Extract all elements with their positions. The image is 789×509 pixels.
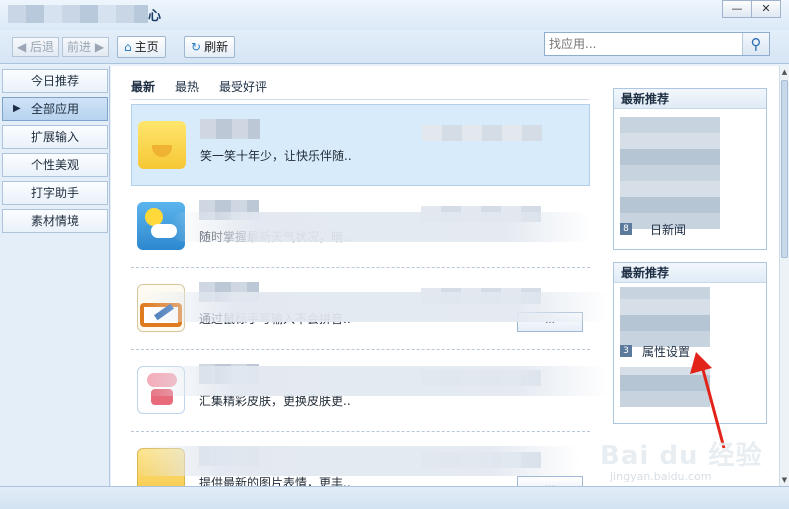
title-bar: 心 — ✕ [0, 0, 789, 30]
tab-top-rated[interactable]: 最受好评 [219, 78, 267, 95]
tab-divider [131, 99, 589, 100]
sidebar-item-materials[interactable]: 素材情境 [2, 209, 108, 233]
blurred-app-meta [422, 125, 542, 141]
sidebar-item-all-apps[interactable]: ▶ 全部应用 [2, 97, 108, 121]
list-item[interactable]: 8 日新闻 [620, 221, 686, 237]
blur-mask [141, 292, 611, 322]
sidebar-item-today[interactable]: 今日推荐 [2, 69, 108, 93]
tab-latest[interactable]: 最新 [131, 78, 155, 95]
sidebar-item-extended-input[interactable]: 扩展输入 [2, 125, 108, 149]
close-button[interactable]: ✕ [751, 0, 781, 18]
scroll-down-icon[interactable]: ▼ [780, 474, 789, 486]
sidebar-item-label: 素材情境 [30, 214, 79, 228]
scroll-thumb[interactable] [781, 80, 788, 258]
blur-mask [141, 366, 611, 396]
sidebar-item-label: 个性美观 [30, 158, 79, 172]
blur-mask [131, 446, 581, 476]
tab-hottest[interactable]: 最热 [175, 78, 199, 95]
rank-number: 8 [620, 223, 632, 235]
sidebar-item-label: 打字助手 [30, 186, 79, 200]
search-button[interactable]: ⚲ [742, 33, 769, 55]
search-icon: ⚲ [750, 35, 762, 53]
app-install-button[interactable]: ... [517, 476, 583, 486]
panel-title: 最新推荐 [614, 263, 766, 283]
forward-button[interactable]: 前进 ▶ [62, 37, 110, 57]
blurred-list [620, 287, 710, 347]
main-content: 最新 最热 最受好评 笑一笑十年少，让快乐伴随.. 随时掌握最新天气状况，暗..… [111, 66, 779, 486]
sidebar-item-typing-helper[interactable]: 打字助手 [2, 181, 108, 205]
vertical-scrollbar[interactable]: ▲ ▼ [779, 66, 789, 486]
minimize-button[interactable]: — [722, 0, 752, 18]
list-item[interactable]: 3 属性设置 [620, 343, 690, 359]
tab-bar: 最新 最热 最受好评 [131, 78, 287, 95]
panel-title: 最新推荐 [614, 89, 766, 109]
scroll-up-icon[interactable]: ▲ [780, 66, 789, 78]
yellow-app-icon [138, 121, 186, 169]
window-controls: — ✕ [722, 0, 781, 18]
blurred-list [620, 367, 710, 407]
sidebar-item-label: 扩展输入 [30, 130, 79, 144]
list-item-label: 属性设置 [642, 344, 691, 359]
sidebar-item-appearance[interactable]: 个性美观 [2, 153, 108, 177]
home-label: 主页 [134, 40, 159, 54]
app-row[interactable]: 笑一笑十年少，让快乐伴随.. [131, 104, 590, 186]
blurred-app-name [200, 119, 260, 139]
sidebar: 今日推荐 ▶ 全部应用 扩展输入 个性美观 打字助手 素材情境 [0, 66, 110, 486]
selected-triangle-icon: ▶ [13, 103, 21, 114]
status-bar [0, 486, 789, 509]
home-icon: ⌂ [124, 40, 132, 54]
app-description: 笑一笑十年少，让快乐伴随.. [200, 149, 352, 163]
latest-recommend-panel: 最新推荐 8 日新闻 [613, 88, 767, 250]
refresh-label: 刷新 [204, 40, 229, 54]
window-title: 心 [148, 9, 162, 24]
search-box: ⚲ [544, 32, 770, 56]
search-input[interactable] [545, 33, 742, 55]
blurred-list [620, 117, 720, 229]
refresh-button[interactable]: ↻ 刷新 [184, 36, 236, 58]
blur-mask [171, 212, 591, 242]
hot-recommend-panel: 最新推荐 3 属性设置 [613, 262, 767, 424]
blurred-title [8, 5, 148, 23]
list-item-label: 日新闻 [650, 222, 687, 237]
back-button[interactable]: ◀ 后退 [12, 37, 60, 57]
refresh-icon: ↻ [191, 40, 202, 54]
home-button[interactable]: ⌂ 主页 [117, 36, 166, 58]
nav-buttons: ◀ 后退 前进 ▶ [12, 37, 110, 57]
sidebar-item-label: 今日推荐 [30, 74, 79, 88]
sidebar-item-label: 全部应用 [30, 102, 79, 116]
rank-number: 3 [620, 345, 632, 357]
